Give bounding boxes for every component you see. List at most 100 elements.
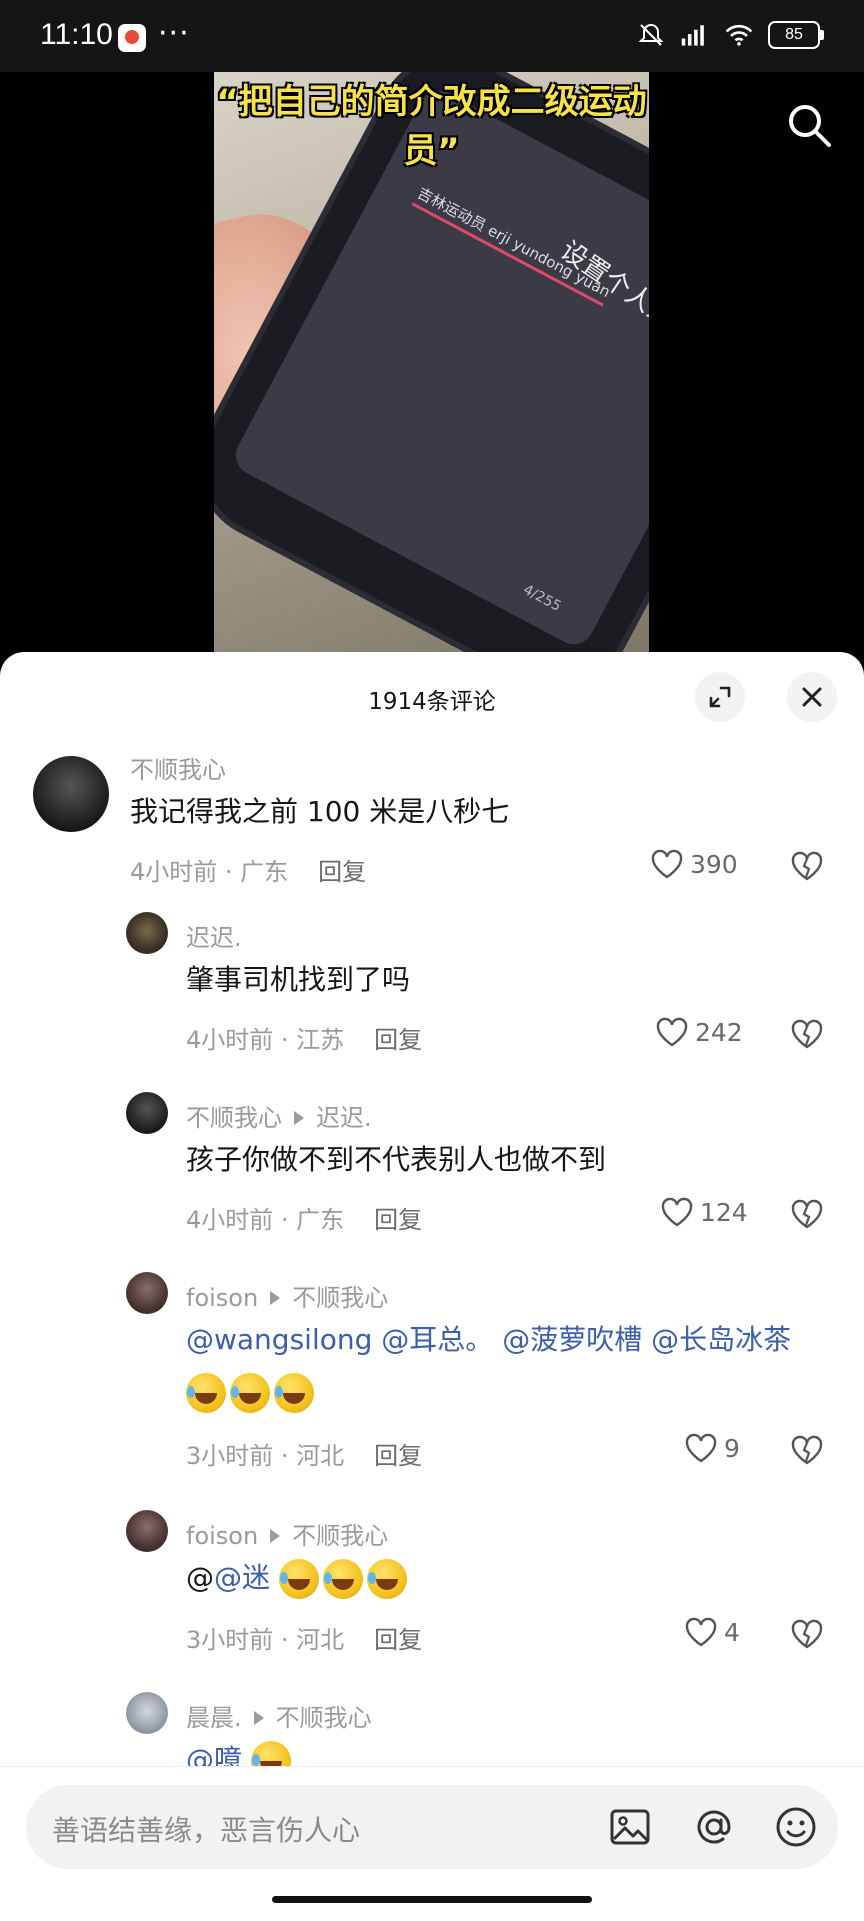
reply-to-username[interactable]: 不顺我心 — [292, 1284, 388, 1312]
comment-username-line: foison 不顺我心 — [186, 1516, 388, 1551]
comment-meta: 4小时前 · 广东 回复 — [186, 1206, 423, 1234]
like-button[interactable]: 4 — [684, 1616, 740, 1648]
comment-input-placeholder: 善语结善缘，恶言伤人心 — [52, 1814, 361, 1847]
comment-username-line: 晨晨. 不顺我心 — [186, 1698, 372, 1733]
comment-region: 河北 — [296, 1442, 345, 1470]
comment-input-bar: 善语结善缘，恶言伤人心 — [0, 1766, 864, 1921]
expand-icon — [709, 686, 731, 708]
search-icon[interactable] — [784, 100, 834, 150]
like-button[interactable]: 9 — [684, 1432, 740, 1464]
rofl-emoji-icon — [274, 1373, 314, 1413]
heart-icon — [656, 1017, 688, 1047]
comment-time: 4小时前 — [186, 1206, 274, 1234]
broken-heart-icon[interactable] — [790, 1618, 824, 1652]
reply-to-username[interactable]: 迟迟. — [316, 1104, 372, 1132]
image-icon[interactable] — [608, 1805, 652, 1849]
avatar[interactable] — [126, 1692, 168, 1734]
avatar[interactable] — [126, 1510, 168, 1552]
signal-icon — [680, 20, 710, 50]
heart-icon — [685, 1433, 717, 1463]
reply-arrow-icon — [270, 1529, 281, 1543]
status-bar: 11:10 ··· 85 — [0, 0, 864, 72]
avatar[interactable] — [126, 1092, 168, 1134]
wifi-icon — [724, 20, 754, 50]
like-count: 4 — [724, 1617, 740, 1647]
rofl-emoji-icon — [366, 1559, 407, 1599]
expand-button[interactable] — [695, 672, 745, 722]
broken-heart-icon[interactable] — [790, 1434, 824, 1468]
mention-link[interactable]: @耳总。 — [381, 1323, 493, 1356]
comment-text: @@迷 — [186, 1552, 411, 1604]
rofl-emoji-icon — [186, 1373, 226, 1413]
reply-to-username[interactable]: 不顺我心 — [292, 1522, 388, 1550]
battery-icon: 85 — [768, 21, 824, 49]
like-count: 242 — [695, 1017, 743, 1047]
comment-prefix: @ — [186, 1561, 214, 1594]
status-time: 11:10 — [40, 18, 113, 51]
comment-region: 江苏 — [296, 1026, 345, 1054]
comment-username[interactable]: 不顺我心 — [130, 750, 226, 785]
comment-meta: 3小时前 · 河北 回复 — [186, 1442, 423, 1470]
comment-username[interactable]: 晨晨. — [186, 1704, 242, 1732]
home-indicator[interactable] — [272, 1896, 592, 1903]
comment-region: 广东 — [296, 1206, 345, 1234]
comment-time: 3小时前 — [186, 1442, 274, 1470]
comment-username-line: 不顺我心 迟迟. — [186, 1098, 372, 1133]
mention-link[interactable]: @迷 — [214, 1561, 270, 1594]
comment-region: 广东 — [240, 858, 289, 886]
comment-username[interactable]: foison — [186, 1522, 258, 1550]
avatar[interactable] — [126, 1272, 168, 1314]
comment-username-line: foison 不顺我心 — [186, 1278, 388, 1313]
broken-heart-icon[interactable] — [790, 1018, 824, 1052]
mention-link[interactable]: @wangsilong — [186, 1323, 372, 1356]
reply-to-username[interactable]: 不顺我心 — [276, 1704, 372, 1732]
video-player[interactable]: 设置个人介绍 吉林运动员 erji yundong yuan 4/255 “把自… — [0, 72, 864, 652]
close-icon — [802, 687, 822, 707]
comment-time: 4小时前 — [130, 858, 218, 886]
comment-username[interactable]: foison — [186, 1284, 258, 1312]
avatar[interactable] — [126, 912, 168, 954]
phone-counter: 4/255 — [520, 581, 564, 615]
rofl-emoji-icon — [322, 1559, 363, 1599]
comment-meta: 4小时前 · 广东 回复 — [130, 858, 367, 886]
reply-button[interactable]: 回复 — [374, 1442, 422, 1470]
comment-text: 我记得我之前 100 米是八秒七 — [130, 795, 510, 828]
app-notification-icon — [118, 24, 146, 52]
comment-time: 3小时前 — [186, 1626, 274, 1654]
reply-button[interactable]: 回复 — [318, 858, 366, 886]
mention-link[interactable]: @长岛冰茶 — [651, 1323, 791, 1356]
comment-text: @wangsilong @耳总。 @菠萝吹槽 @长岛冰茶 — [186, 1314, 836, 1418]
broken-heart-icon[interactable] — [790, 1198, 824, 1232]
comment-meta: 3小时前 · 河北 回复 — [186, 1626, 423, 1654]
avatar[interactable] — [33, 756, 109, 832]
mention-link[interactable]: @菠萝吹槽 — [502, 1323, 642, 1356]
rofl-emoji-icon — [230, 1373, 270, 1413]
reply-button[interactable]: 回复 — [374, 1206, 422, 1234]
battery-level: 85 — [785, 26, 803, 43]
like-button[interactable]: 390 — [650, 848, 738, 880]
like-count: 124 — [700, 1197, 748, 1227]
broken-heart-icon[interactable] — [790, 850, 824, 884]
comment-username[interactable]: 不顺我心 — [186, 1104, 282, 1132]
like-count: 390 — [690, 849, 738, 879]
reply-button[interactable]: 回复 — [374, 1026, 422, 1054]
more-notifications-icon: ··· — [158, 16, 190, 51]
reply-arrow-icon — [294, 1111, 304, 1125]
close-button[interactable] — [787, 672, 837, 722]
like-button[interactable]: 124 — [660, 1196, 748, 1228]
comment-username[interactable]: 迟迟. — [186, 918, 242, 953]
heart-icon — [651, 849, 683, 879]
like-button[interactable]: 242 — [655, 1016, 743, 1048]
comment-input[interactable]: 善语结善缘，恶言伤人心 — [26, 1785, 838, 1869]
comment-region: 河北 — [296, 1626, 345, 1654]
at-icon[interactable] — [692, 1805, 736, 1849]
reply-arrow-icon — [253, 1711, 264, 1725]
emoji-icon[interactable] — [774, 1805, 818, 1849]
comment-text: 孩子你做不到不代表别人也做不到 — [186, 1143, 607, 1176]
heart-icon — [685, 1617, 717, 1647]
reply-button[interactable]: 回复 — [374, 1626, 422, 1654]
comment-meta: 4小时前 · 江苏 回复 — [186, 1026, 423, 1054]
reply-arrow-icon — [270, 1291, 281, 1305]
comment-text: 肇事司机找到了吗 — [186, 963, 411, 996]
mute-icon — [636, 20, 666, 50]
